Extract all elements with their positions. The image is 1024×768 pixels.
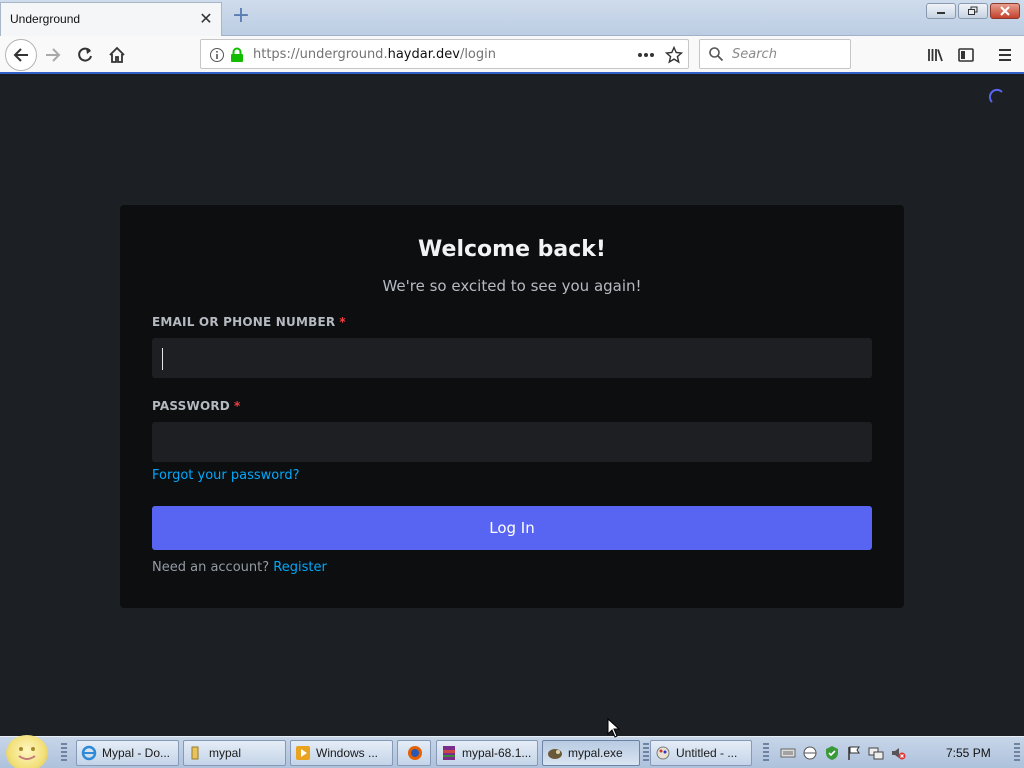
smiley-start-icon	[18, 747, 36, 760]
url-prefix: https://underground.	[253, 47, 388, 62]
close-window-button[interactable]	[990, 3, 1020, 19]
url-bar[interactable]: https://underground.haydar.dev/login	[200, 39, 689, 69]
password-field[interactable]	[152, 422, 872, 462]
taskbar-item-label: Untitled - ...	[676, 746, 738, 760]
paint-icon	[656, 746, 670, 760]
taskbar-item-firefox[interactable]	[397, 740, 431, 766]
taskbar: Mypal - Do... mypal Windows ... mypal-68…	[0, 735, 1024, 768]
text-caret	[162, 348, 163, 370]
url-text[interactable]: https://underground.haydar.dev/login	[253, 47, 496, 62]
info-icon[interactable]	[209, 47, 225, 63]
url-path: /login	[459, 47, 496, 62]
email-label: EMAIL OR PHONE NUMBER *	[152, 315, 346, 329]
restore-button[interactable]	[958, 3, 988, 19]
taskbar-item-untitled[interactable]: Untitled - ...	[650, 740, 752, 766]
forward-arrow-icon	[46, 48, 61, 62]
email-label-text: EMAIL OR PHONE NUMBER	[152, 315, 336, 329]
volume-muted-icon[interactable]	[890, 745, 906, 761]
window-controls	[926, 3, 1020, 19]
reload-icon	[78, 47, 92, 62]
start-button[interactable]	[6, 735, 48, 768]
library-button[interactable]	[920, 40, 950, 70]
taskbar-item-label: mypal.exe	[568, 746, 623, 760]
reload-button[interactable]	[70, 40, 100, 70]
security-shield-icon[interactable]	[824, 745, 840, 761]
required-asterisk: *	[339, 315, 346, 329]
page-actions-icon[interactable]	[637, 47, 655, 63]
search-placeholder: Search	[732, 47, 777, 62]
flag-icon[interactable]	[846, 745, 862, 761]
toolbar-grip[interactable]	[763, 743, 769, 763]
need-account-text: Need an account?	[152, 560, 270, 575]
navigation-toolbar: https://underground.haydar.dev/login Sea…	[0, 36, 1024, 74]
back-button[interactable]	[5, 39, 37, 71]
login-card: Welcome back! We're so excited to see yo…	[120, 205, 904, 608]
show-desktop-grip[interactable]	[1014, 743, 1020, 763]
network-monitor-icon[interactable]	[868, 745, 884, 761]
tab-title: Underground	[10, 12, 81, 26]
mypal-app-icon	[548, 749, 562, 759]
media-player-icon	[296, 746, 310, 760]
search-bar[interactable]: Search	[699, 39, 851, 69]
loading-spinner-icon	[988, 88, 1003, 103]
bookmark-star-icon[interactable]	[665, 46, 683, 64]
toolbar-grip[interactable]	[643, 743, 649, 763]
login-button[interactable]: Log In	[152, 506, 872, 550]
taskbar-item-mypal-archive[interactable]: mypal-68.1...	[436, 740, 538, 766]
home-icon	[109, 46, 125, 63]
url-domain: haydar.dev	[387, 47, 460, 62]
taskbar-item-mypal-exe[interactable]: mypal.exe	[542, 740, 640, 766]
taskbar-item-mypal-folder[interactable]: mypal	[183, 740, 286, 766]
page-content: Welcome back! We're so excited to see yo…	[0, 76, 1024, 736]
restore-icon	[968, 6, 978, 15]
home-button[interactable]	[102, 40, 132, 70]
folder-icon	[191, 746, 199, 760]
library-icon	[928, 49, 943, 62]
toolbar-grip[interactable]	[61, 743, 67, 763]
archive-icon	[443, 746, 455, 760]
hamburger-menu-icon	[999, 49, 1011, 61]
menu-button[interactable]	[990, 40, 1020, 70]
firefox-icon	[408, 746, 422, 760]
new-tab-icon[interactable]: +	[230, 5, 252, 27]
forward-button[interactable]	[38, 40, 68, 70]
network-globe-icon[interactable]	[802, 745, 818, 761]
search-icon	[709, 47, 724, 62]
minimize-icon	[937, 12, 945, 14]
required-asterisk: *	[233, 399, 241, 413]
clock[interactable]: 7:55 PM	[946, 746, 991, 760]
page-subtitle: We're so excited to see you again!	[382, 277, 642, 295]
taskbar-item-label: Mypal - Do...	[102, 746, 171, 760]
tab-underground[interactable]: Underground ✕	[0, 2, 222, 36]
password-label: PASSWORD *	[152, 399, 240, 413]
sidebar-icon	[958, 48, 974, 62]
email-field[interactable]	[152, 338, 872, 378]
tab-close-icon[interactable]: ✕	[197, 10, 215, 28]
page-title: Welcome back!	[418, 237, 606, 262]
sidebar-button[interactable]	[951, 40, 981, 70]
tab-bar: Underground ✕ +	[0, 0, 1024, 36]
close-window-icon	[1000, 6, 1010, 16]
taskbar-item-label: mypal	[209, 746, 242, 760]
taskbar-item-label: Windows ...	[316, 746, 379, 760]
keyboard-icon[interactable]	[780, 745, 796, 761]
mouse-cursor-icon	[607, 718, 621, 738]
taskbar-item-windows-media[interactable]: Windows ...	[290, 740, 393, 766]
lock-icon[interactable]	[230, 47, 244, 63]
password-label-text: PASSWORD	[152, 399, 230, 413]
back-arrow-icon	[13, 48, 28, 62]
taskbar-item-label: mypal-68.1...	[462, 746, 532, 760]
register-prompt: Need an account? Register	[152, 560, 327, 575]
taskbar-item-mypal-doc[interactable]: Mypal - Do...	[76, 740, 179, 766]
register-link[interactable]: Register	[273, 560, 327, 575]
internet-explorer-icon	[81, 745, 97, 761]
forgot-password-link[interactable]: Forgot your password?	[152, 468, 300, 483]
minimize-button[interactable]	[926, 3, 956, 19]
